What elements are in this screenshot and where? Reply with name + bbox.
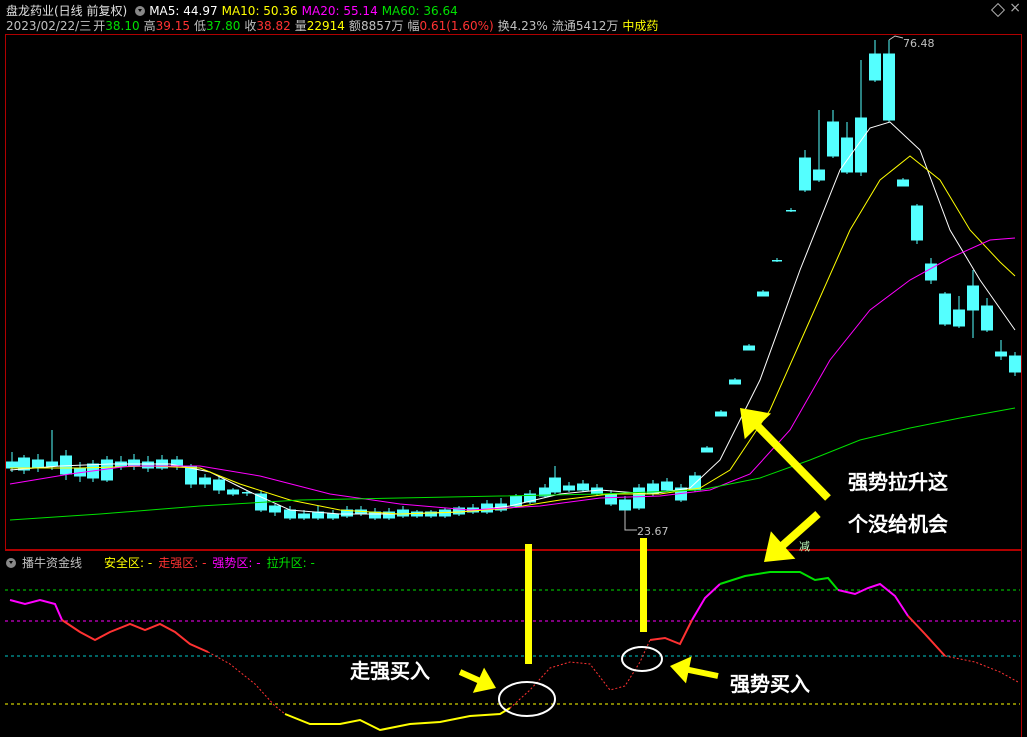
candle-body [605,493,617,505]
buy-trend-label: 强势买入 [730,672,810,696]
buy-strong-label: 走强买入 [350,659,430,683]
indicator-trend-seg2 [691,583,721,621]
low-marker [624,510,637,531]
candle-body [213,479,225,491]
safe-zone-label: 安全区: - [104,556,153,570]
reduce-tag: 减 [799,540,810,553]
marker-bar-2 [640,538,647,632]
arrow-to-rally [740,408,831,501]
chart-window: 盘龙药业(日线 前复权) MA5: 44.97 MA10: 50.36 MA20: 5… [0,0,1027,737]
candle-body [661,481,673,491]
indicator-trend-seg3 [837,582,909,617]
candle-body [269,505,281,513]
candle-body [729,379,741,385]
candle-body [327,513,339,519]
rise-zone-label: 拉升区: - [266,556,315,570]
candle-body [60,455,72,475]
high-marker [888,35,904,41]
indicator-weak-seg1 [207,651,286,715]
candle-body [701,447,713,453]
candle-body [855,117,867,173]
candle-body [772,260,782,262]
candle-body [995,351,1007,357]
low-price-label: 23.67 [637,525,669,538]
candle-body [953,309,965,327]
marker-bar-1 [525,544,532,664]
candle-body [549,477,561,493]
candlesticks [6,35,1021,531]
candle-body [577,483,589,491]
candle-body [757,291,769,297]
buy-circle-2 [621,646,663,672]
indicator-strong-seg2 [649,619,693,646]
candle-body [715,411,727,417]
indicator-name[interactable]: 播牛资金线 [22,556,82,570]
candle-body [869,53,881,81]
candle-body [46,461,58,467]
candle-body [813,169,825,181]
trend-zone-label: 强势区: - [212,556,261,570]
price-chart[interactable] [0,0,1027,737]
candle-body [397,509,409,517]
candle-body [633,487,645,509]
arrow-to-rise-zone [764,511,821,562]
indicator-weak-seg3 [944,655,1019,683]
candle-body [967,285,979,311]
high-price-label: 76.48 [903,37,935,50]
candle-body [298,513,310,519]
candle-body [939,293,951,325]
candle-body [32,459,44,469]
indicator-strong-seg3 [907,615,946,657]
candle-body [284,509,296,519]
ma5-line [9,121,1016,515]
candle-body [786,210,796,212]
indicator-lines [5,571,1020,732]
indicator-trend-seg1 [9,598,63,621]
candle-body [227,489,239,495]
indicator-header: 播牛资金线 安全区: - 走强区: - 强势区: - 拉升区: - [6,554,321,571]
candle-body [6,461,18,469]
candle-body [743,345,755,351]
candle-body [827,121,839,157]
candle-body [911,205,923,241]
callout-main-line1: 强势拉升这 [848,470,948,494]
strong-zone-label: 走强区: - [158,556,207,570]
indicator-strong-seg1 [61,619,209,653]
indicator-safe-seg [284,707,511,732]
candle-body [897,179,909,187]
candle-body [199,477,211,485]
candle-body [883,53,895,121]
indicator-dropdown-icon[interactable] [6,558,16,568]
indicator-rise-seg [719,571,839,591]
candle-body [981,305,993,331]
candle-body [1009,355,1021,373]
candle-body [563,485,575,491]
arrow-to-buy1 [458,667,496,693]
arrow-to-buy2 [670,656,719,684]
candle-body [128,459,140,467]
candle-body [142,461,154,469]
buy-circle-1 [498,681,556,717]
callout-main-line2: 个没给机会 [848,512,948,536]
candle-body [619,499,631,511]
candle-body [799,157,811,191]
